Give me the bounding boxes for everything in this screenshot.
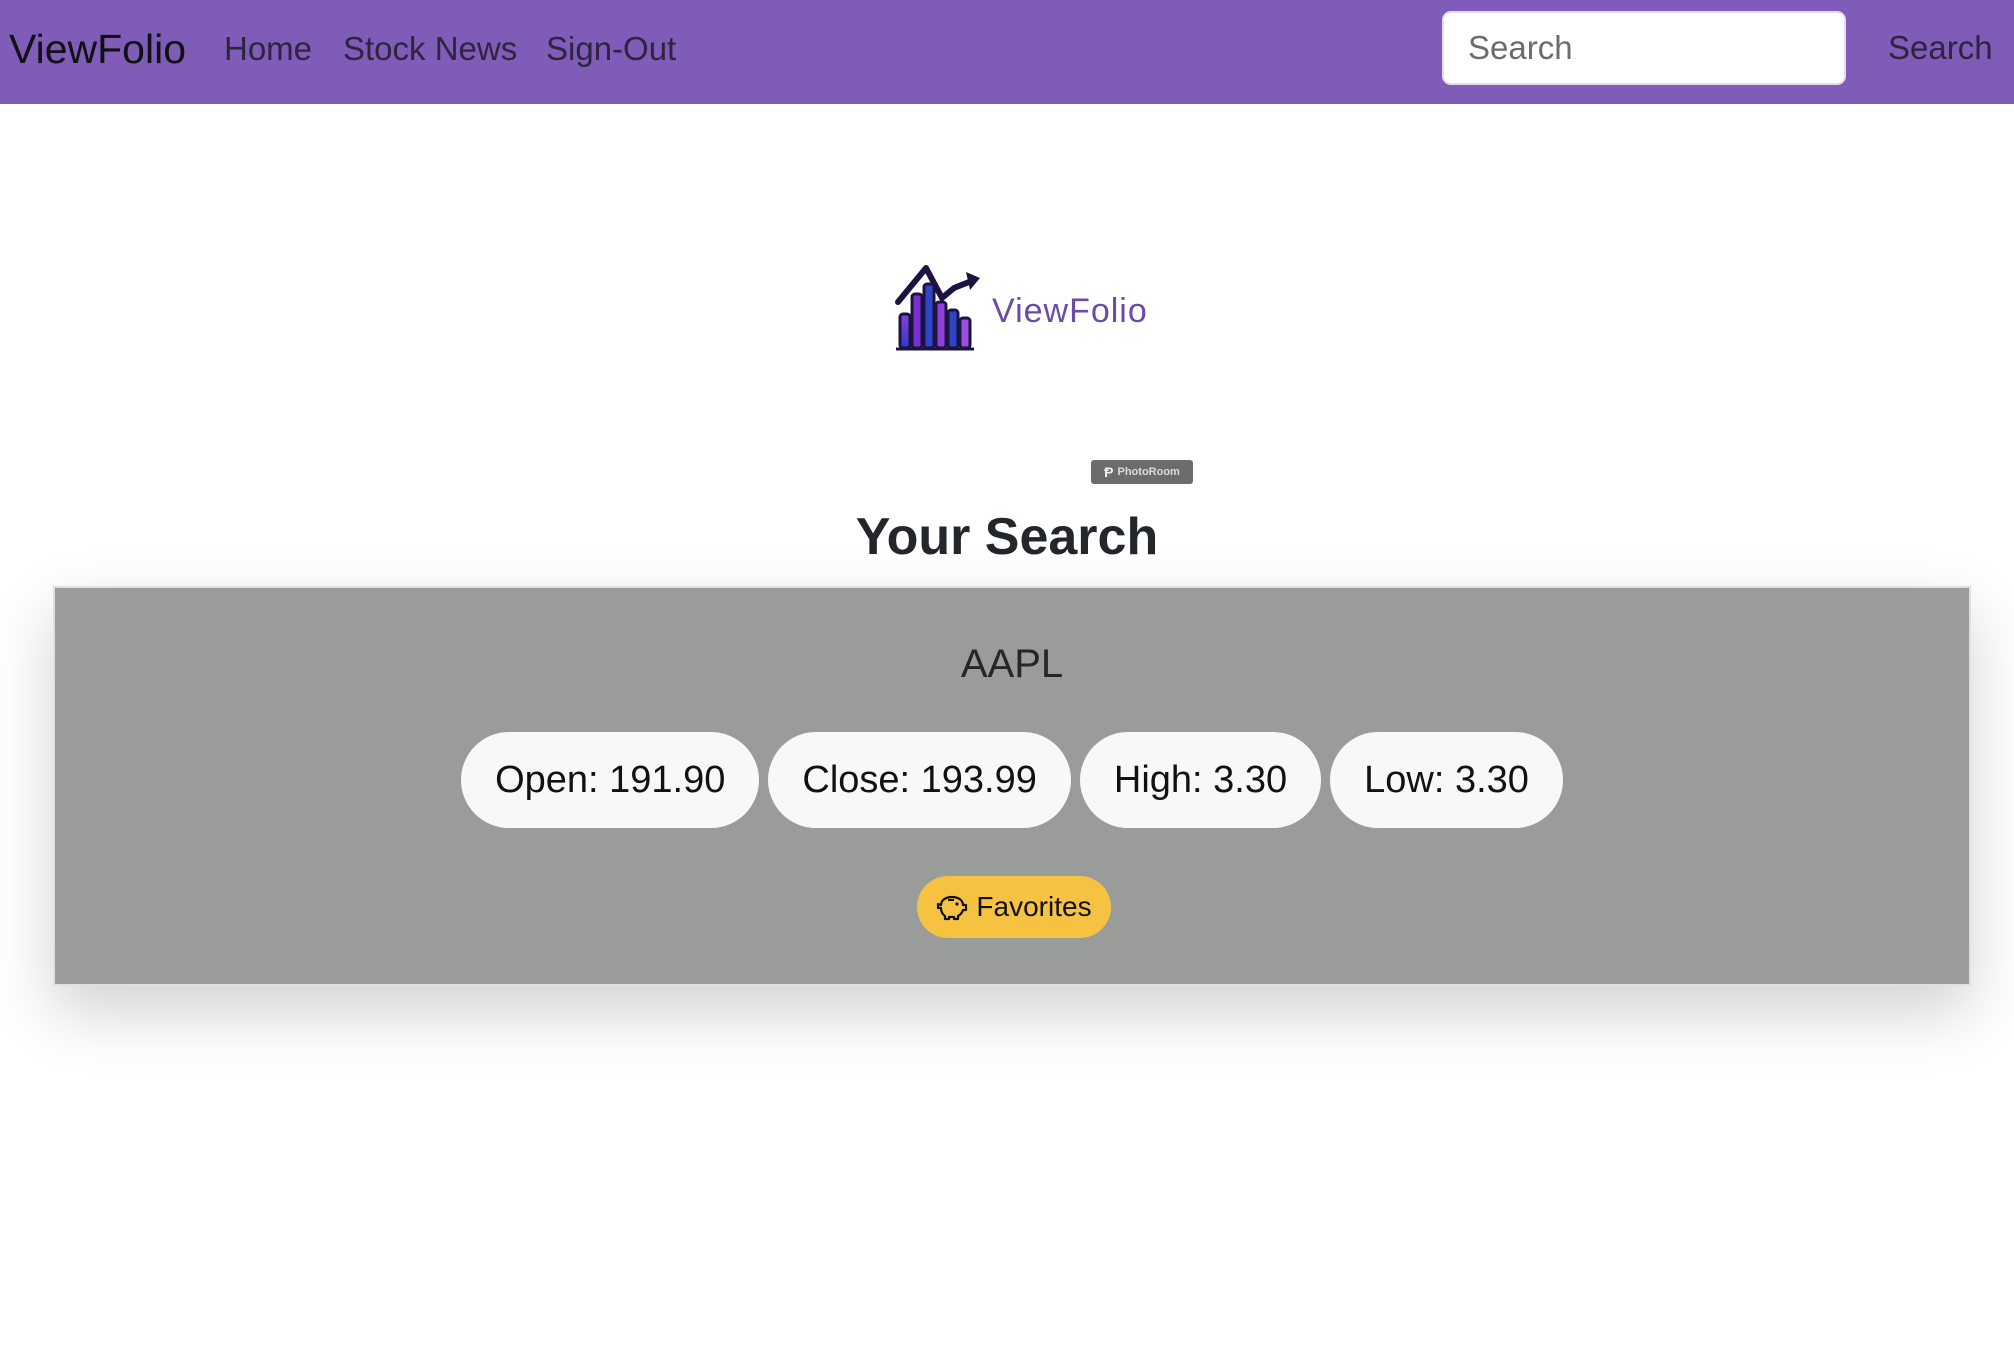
stock-stats-row: Open: 191.90 Close: 193.99 High: 3.30 Lo… [55, 732, 1969, 828]
top-navbar: ViewFolio Home Stock News Sign-Out Searc… [0, 0, 2014, 104]
stat-high-pill: High: 3.30 [1079, 732, 1322, 828]
search-button[interactable]: Search [1870, 18, 2000, 78]
nav-home-link[interactable]: Home [224, 28, 312, 70]
page-title: Your Search [855, 508, 1159, 566]
photoroom-badge-text: PhotoRoom [1117, 466, 1180, 478]
nav-stock-news-link[interactable]: Stock News [343, 28, 517, 70]
viewfolio-logo: ViewFolio [892, 258, 1152, 352]
brand-link[interactable]: ViewFolio [9, 24, 186, 74]
stat-low-pill: Low: 3.30 [1330, 732, 1563, 828]
favorites-label: Favorites [976, 891, 1092, 922]
favorites-button[interactable]: Favorites [917, 876, 1111, 938]
stat-open-pill: Open: 191.90 [461, 732, 760, 828]
stat-close-pill: Close: 193.99 [768, 732, 1071, 828]
piggy-bank-icon [937, 895, 968, 921]
ticker-symbol: AAPL [960, 642, 1064, 686]
photoroom-mark-icon: Ᵽ [1104, 464, 1114, 480]
photoroom-badge: Ᵽ PhotoRoom [1091, 460, 1193, 484]
search-input[interactable] [1442, 11, 1846, 85]
search-result-card: AAPL Open: 191.90 Close: 193.99 High: 3.… [53, 586, 1971, 986]
nav-sign-out-link[interactable]: Sign-Out [546, 28, 676, 70]
bar-chart-arrow-icon [895, 265, 980, 351]
logo-text: ViewFolio [992, 291, 1148, 330]
